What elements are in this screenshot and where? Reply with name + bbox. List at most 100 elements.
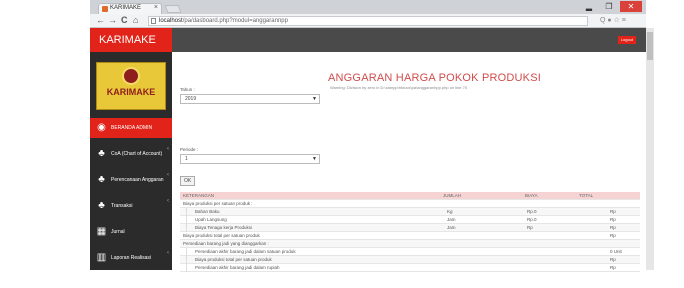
browser-chrome: KARIMAKE × ▂ ❐ ✕ ← → C ⌂ localhost/pa/da… <box>90 0 646 28</box>
cell-keterangan: Persediaan akhir barang jadi dalam satua… <box>195 249 296 254</box>
tahun-value: 2019 <box>185 96 197 102</box>
table-header: KETERANGAN JUMLAH BIAYA TOTAL <box>180 192 640 200</box>
row-indent-guide <box>186 256 187 264</box>
sidebar-item-label: Jurnal <box>111 229 125 235</box>
periode-value: 1 <box>185 156 188 162</box>
bar-chart-icon: ▥ <box>96 252 107 263</box>
cell-keterangan: Persediaan akhir barang jadi dalam rupia… <box>195 265 280 270</box>
dashboard-icon: ◉ <box>97 122 106 133</box>
row-indent-guide <box>186 208 187 216</box>
brand-title[interactable]: KARIMAKE <box>90 28 172 52</box>
sidebar-item-label: Laporan Realisasi Anggaran <box>111 255 152 281</box>
favicon-icon <box>102 6 108 12</box>
sidebar-item-coa[interactable]: ♣ CoA (Chart of Account) ‹ <box>90 144 172 164</box>
header-jumlah: JUMLAH <box>443 193 462 198</box>
forward-icon[interactable]: → <box>108 15 117 26</box>
cell-total: Rp <box>610 257 616 262</box>
url-host: localhost <box>159 18 183 24</box>
page-icon <box>151 18 156 24</box>
table-row: Persediaan barang jadi yang dianggarkan … <box>180 240 640 248</box>
cell-keterangan: Upah Langsung <box>195 217 227 222</box>
chevron-left-icon: ‹ <box>167 250 169 256</box>
table-row: Biaya produksi total per satuan produk Rp <box>180 256 640 264</box>
row-indent-guide <box>186 224 187 232</box>
sidebar: KARIMAKE KARIMAKE ◉ BERANDA ADMIN ♣ CoA … <box>90 28 172 281</box>
minimize-button[interactable]: ▂ <box>580 1 598 12</box>
table-row: Biaya produksi per satuan produk : <box>180 200 640 208</box>
cell-total: Rp <box>610 225 616 230</box>
sidebar-item-beranda[interactable]: ◉ BERANDA ADMIN <box>90 118 172 138</box>
cell-total: 0 Unit <box>610 249 622 254</box>
extensions-icon[interactable]: Q ● ☆ ≡ <box>600 16 626 24</box>
new-tab-button[interactable] <box>164 5 182 13</box>
row-indent-guide <box>186 248 187 256</box>
tahun-label: Tahun : <box>180 87 195 92</box>
page-scrollbar[interactable] <box>646 28 654 270</box>
maximize-button[interactable]: ❐ <box>600 1 618 12</box>
app: KARIMAKE KARIMAKE ◉ BERANDA ADMIN ♣ CoA … <box>90 28 646 281</box>
row-indent-guide <box>186 264 187 272</box>
logo-crest-icon <box>122 67 140 85</box>
cell-biaya: Rp.0 <box>527 209 537 214</box>
home-icon[interactable]: ⌂ <box>133 15 138 26</box>
scrollbar-thumb[interactable] <box>647 32 653 60</box>
cell-total: Rp <box>610 217 616 222</box>
cell-keterangan: Bahan Baku <box>195 209 220 214</box>
sidebar-item-label: Transaksi <box>111 203 133 209</box>
logout-button[interactable]: Logout <box>617 36 636 44</box>
sidebar-item-transaksi[interactable]: ♣ Transaksi ‹ <box>90 196 172 216</box>
periode-select[interactable]: 1 ▼ <box>180 154 320 164</box>
cell-total: Rp <box>610 233 616 238</box>
sidebar-item-jurnal[interactable]: ▦ Jurnal <box>90 222 172 242</box>
cell-total: Rp <box>610 265 616 270</box>
sitemap-icon: ♣ <box>98 200 105 211</box>
browser-tab[interactable]: KARIMAKE × <box>98 3 162 14</box>
cell-jumlah: Jam <box>447 217 456 222</box>
header-biaya: BIAYA <box>525 193 538 198</box>
sidebar-item-laporan[interactable]: ▥ Laporan Realisasi Anggaran ‹ <box>90 248 172 281</box>
cell-keterangan: Persediaan barang jadi yang dianggarkan … <box>183 241 269 246</box>
cell-biaya: Rp.0 <box>527 217 537 222</box>
url-path: /pa/dasboard.php?modul=anggarannpp <box>182 18 288 24</box>
sitemap-icon: ♣ <box>98 148 105 159</box>
reload-icon[interactable]: C <box>121 15 128 26</box>
periode-label: Periode : <box>180 147 199 152</box>
dropdown-arrow-icon: ▼ <box>312 156 317 162</box>
chevron-left-icon: ‹ <box>167 146 169 152</box>
cell-keterangan: Biaya produksi per satuan produk : <box>183 201 253 206</box>
tab-close-icon[interactable]: × <box>154 4 158 11</box>
table-row: Biaya Tenaga kerja Produksi Jam Rp Rp <box>180 224 640 232</box>
sitemap-icon: ♣ <box>98 174 105 185</box>
ok-button[interactable]: OK <box>180 176 196 186</box>
table-row: Persediaan akhir barang jadi dalam satua… <box>180 248 640 256</box>
hpp-table: KETERANGAN JUMLAH BIAYA TOTAL Biaya prod… <box>180 192 640 272</box>
grid-icon: ▦ <box>96 226 107 237</box>
cell-jumlah: Jam <box>447 225 456 230</box>
sidebar-item-label: BERANDA ADMIN <box>111 125 153 131</box>
cell-keterangan: Biaya produksi total per satuan produk <box>195 257 272 262</box>
browser-toolbar: ← → C ⌂ localhost/pa/dasboard.php?modul=… <box>90 14 646 28</box>
main-content: ANGGARAN HARGA POKOK PRODUKSI Warning: D… <box>172 52 646 272</box>
sidebar-item-label: CoA (Chart of Account) <box>111 151 163 157</box>
address-bar[interactable]: localhost/pa/dasboard.php?modul=anggaran… <box>148 16 588 26</box>
sidebar-item-label: Perencanaan Anggaran <box>111 177 164 183</box>
top-navbar: Logout <box>172 28 646 52</box>
chevron-left-icon: ‹ <box>167 172 169 178</box>
dropdown-arrow-icon: ▼ <box>312 96 317 102</box>
cell-total: Rp <box>610 209 616 214</box>
cell-keterangan: Biaya Tenaga kerja Produksi <box>195 225 252 230</box>
company-logo: KARIMAKE <box>96 62 166 110</box>
table-row: Upah Langsung Jam Rp.0 Rp <box>180 216 640 224</box>
window-close-button[interactable]: ✕ <box>620 1 642 12</box>
sidebar-item-perencanaan[interactable]: ♣ Perencanaan Anggaran ‹ <box>90 170 172 190</box>
back-icon[interactable]: ← <box>96 15 105 26</box>
page-title: ANGGARAN HARGA POKOK PRODUKSI <box>328 72 542 84</box>
table-row: Bahan Baku Kg Rp.0 Rp <box>180 208 640 216</box>
tahun-select[interactable]: 2019 ▼ <box>180 94 320 104</box>
tab-title: KARIMAKE <box>110 5 142 11</box>
logo-text: KARIMAKE <box>106 87 156 97</box>
cell-jumlah: Kg <box>447 209 453 214</box>
row-indent-guide <box>186 216 187 224</box>
header-total: TOTAL <box>579 193 594 198</box>
php-warning: Warning: Division by zero in D:\xampp\ht… <box>330 85 468 90</box>
